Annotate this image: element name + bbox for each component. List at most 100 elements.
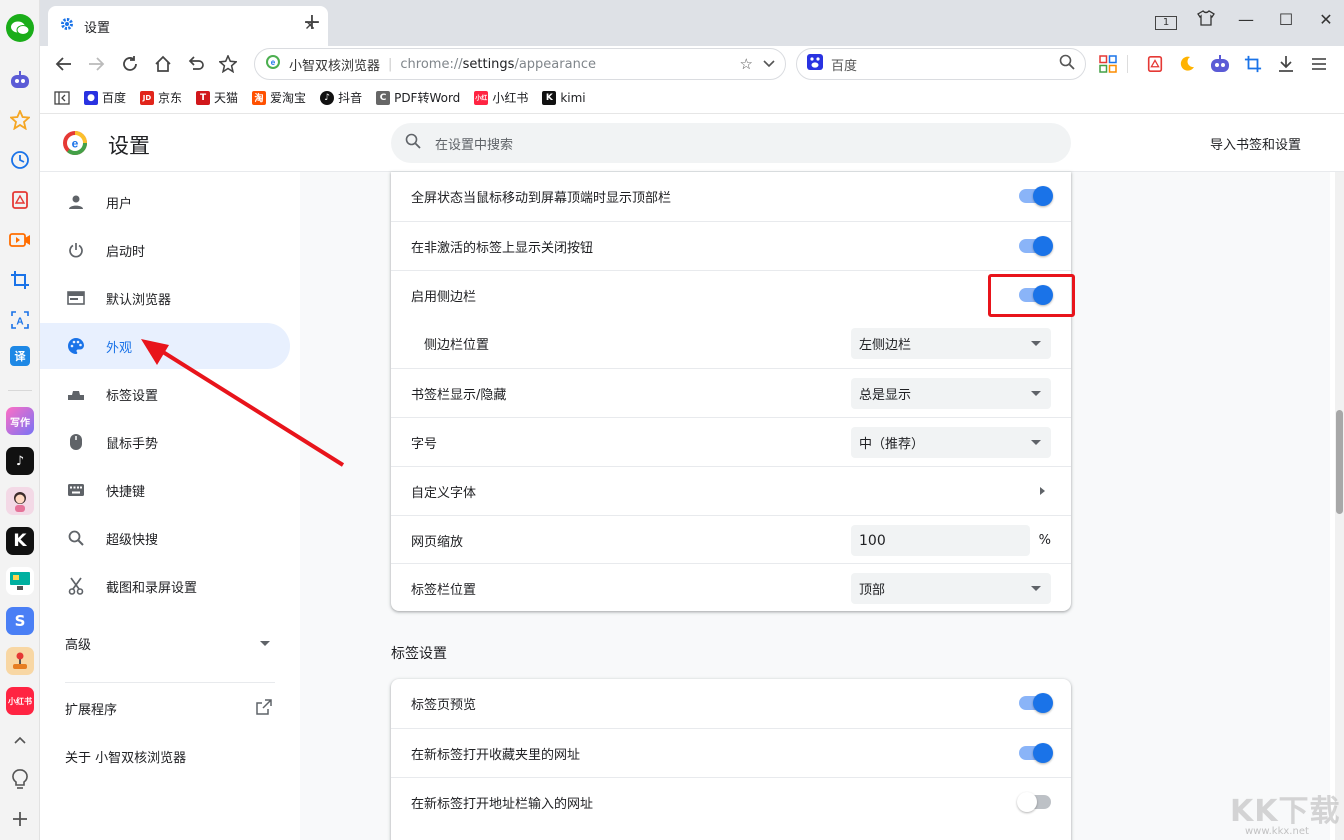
setting-row: 在非激活的标签上显示关闭按钮 — [391, 221, 1071, 270]
nav-item-default-browser[interactable]: 默认浏览器 — [40, 275, 290, 321]
undo-close-button[interactable] — [182, 50, 210, 78]
ocr-text-icon[interactable]: A — [8, 308, 32, 332]
scrollbar[interactable] — [1335, 172, 1344, 840]
tab-preview-toggle[interactable] — [1019, 696, 1051, 710]
search-engine-box[interactable]: 百度 — [796, 48, 1086, 80]
bookmark-item[interactable]: CPDF转Word — [376, 89, 460, 106]
close-window-button[interactable]: ✕ — [1312, 10, 1340, 29]
tab-title: 设置 — [84, 17, 304, 36]
nav-item-super-search[interactable]: 超级快搜 — [40, 515, 290, 561]
nav-about[interactable]: 关于 小智双核浏览器 — [65, 747, 186, 766]
toolbar-divider — [1127, 55, 1128, 73]
tab-bar-position-select[interactable]: 顶部 — [851, 573, 1051, 604]
monitor-app-icon[interactable] — [6, 567, 34, 595]
bookmark-item[interactable]: ●百度 — [84, 89, 126, 106]
bookmark-item[interactable]: Kkimi — [542, 91, 585, 105]
tab-settings[interactable]: 设置 ✕ — [48, 6, 328, 46]
add-app-icon[interactable] — [8, 807, 32, 831]
addressbar-new-tab-toggle[interactable] — [1019, 795, 1051, 809]
apps-grid-icon[interactable] — [1096, 52, 1120, 76]
nav-item-user[interactable]: 用户 — [40, 179, 290, 225]
settings-search-input[interactable]: 在设置中搜索 — [391, 123, 1071, 163]
scrollbar-thumb[interactable] — [1336, 410, 1343, 514]
baidu-paw-icon: ● — [84, 91, 98, 105]
font-size-select[interactable]: 中（推荐） — [851, 427, 1051, 458]
xiaohongshu-app-icon[interactable]: 小红书 — [6, 687, 34, 715]
kimi-app-icon[interactable]: K — [6, 527, 34, 555]
import-bookmarks-link[interactable]: 导入书签和设置 — [1210, 134, 1301, 153]
toolbar: e 小智双核浏览器 | chrome://settings/appearance… — [40, 46, 1344, 82]
collapse-up-icon[interactable] — [8, 728, 32, 752]
lightbulb-icon[interactable] — [8, 767, 32, 791]
bookmark-star-icon[interactable]: ☆ — [740, 55, 753, 73]
tab-count-icon[interactable]: 1 — [1152, 10, 1180, 30]
reload-button[interactable] — [116, 50, 144, 78]
skin-icon[interactable] — [1192, 10, 1220, 30]
sidebar-toggle-icon[interactable] — [54, 91, 70, 105]
pdf-icon[interactable] — [8, 188, 32, 212]
nav-advanced[interactable]: 高级 — [65, 634, 91, 653]
setting-row: 网页缩放 100 % — [391, 515, 1071, 564]
bookmark-item[interactable]: T天猫 — [196, 89, 238, 106]
divider — [8, 390, 32, 391]
app-sidebar: A 译 写作 ♪ K S 小红书 — [0, 0, 40, 840]
ai-writing-icon[interactable]: 写作 — [6, 407, 34, 435]
nav-item-startup[interactable]: 启动时 — [40, 227, 290, 273]
bookmark-item[interactable]: 小红小红书 — [474, 89, 528, 106]
page-zoom-input[interactable]: 100 — [851, 525, 1030, 556]
external-link-icon[interactable] — [256, 699, 272, 719]
section-title-tabs: 标签设置 — [391, 643, 447, 663]
url-text: chrome://settings/appearance — [400, 57, 739, 72]
minimize-button[interactable]: — — [1232, 10, 1260, 29]
setting-row: 启用侧边栏 — [391, 270, 1071, 319]
maximize-button[interactable]: ☐ — [1272, 10, 1300, 29]
select-value: 中（推荐） — [859, 433, 924, 452]
baidu-icon — [807, 54, 823, 74]
bookmark-bar-select[interactable]: 总是显示 — [851, 378, 1051, 409]
pdf-tool-icon[interactable] — [1143, 52, 1167, 76]
star-icon[interactable] — [8, 108, 32, 132]
new-tab-button[interactable]: + — [300, 10, 324, 35]
translate-icon[interactable]: 译 — [10, 346, 30, 366]
caret-down-icon[interactable] — [260, 641, 270, 646]
appearance-card: 全屏状态当鼠标移动到屏幕顶端时显示顶部栏 在非激活的标签上显示关闭按钮 启用侧边… — [391, 172, 1071, 611]
history-clock-icon[interactable] — [8, 148, 32, 172]
back-button[interactable] — [50, 50, 78, 78]
search-icon[interactable] — [1059, 54, 1075, 74]
bookmark-item[interactable]: 淘爱淘宝 — [252, 89, 306, 106]
watermark-url: www.kkx.net — [1245, 826, 1309, 837]
s-app-icon[interactable]: S — [6, 607, 34, 635]
forward-button[interactable] — [82, 50, 110, 78]
tmall-icon: T — [196, 91, 210, 105]
custom-font-row[interactable]: 自定义字体 — [391, 466, 1071, 515]
douyin-app-icon[interactable]: ♪ — [6, 447, 34, 475]
bookmark-item[interactable]: JD京东 — [140, 89, 182, 106]
joystick-app-icon[interactable] — [6, 647, 34, 675]
nav-extensions[interactable]: 扩展程序 — [65, 699, 117, 718]
fullscreen-topbar-toggle[interactable] — [1019, 189, 1051, 203]
ai-robot-icon[interactable] — [1208, 52, 1232, 76]
nav-item-screenshot[interactable]: 截图和录屏设置 — [40, 563, 290, 609]
sidebar-position-select[interactable]: 左侧边栏 — [851, 328, 1051, 359]
home-button[interactable] — [149, 50, 177, 78]
crop-icon[interactable] — [8, 268, 32, 292]
search-placeholder: 在设置中搜索 — [435, 134, 513, 153]
moon-icon[interactable] — [1175, 52, 1199, 76]
screenshot-crop-icon[interactable] — [1241, 52, 1265, 76]
palette-icon — [66, 336, 86, 356]
jd-icon: JD — [140, 91, 154, 105]
download-icon[interactable] — [1274, 52, 1298, 76]
robot-icon[interactable] — [8, 68, 32, 92]
setting-row: 在新标签打开地址栏输入的网址 — [391, 777, 1071, 826]
bookmark-item[interactable]: ♪抖音 — [320, 89, 362, 106]
chevron-down-icon[interactable] — [763, 57, 775, 72]
wechat-icon[interactable] — [6, 14, 34, 42]
favorite-star-button[interactable] — [214, 50, 242, 78]
favorites-new-tab-toggle[interactable] — [1019, 746, 1051, 760]
address-bar[interactable]: e 小智双核浏览器 | chrome://settings/appearance… — [254, 48, 786, 80]
mouse-icon — [66, 432, 86, 452]
video-icon[interactable] — [8, 228, 32, 252]
menu-icon[interactable] — [1307, 52, 1331, 76]
avatar-app-icon[interactable] — [6, 487, 34, 515]
inactive-tab-close-toggle[interactable] — [1019, 239, 1051, 253]
